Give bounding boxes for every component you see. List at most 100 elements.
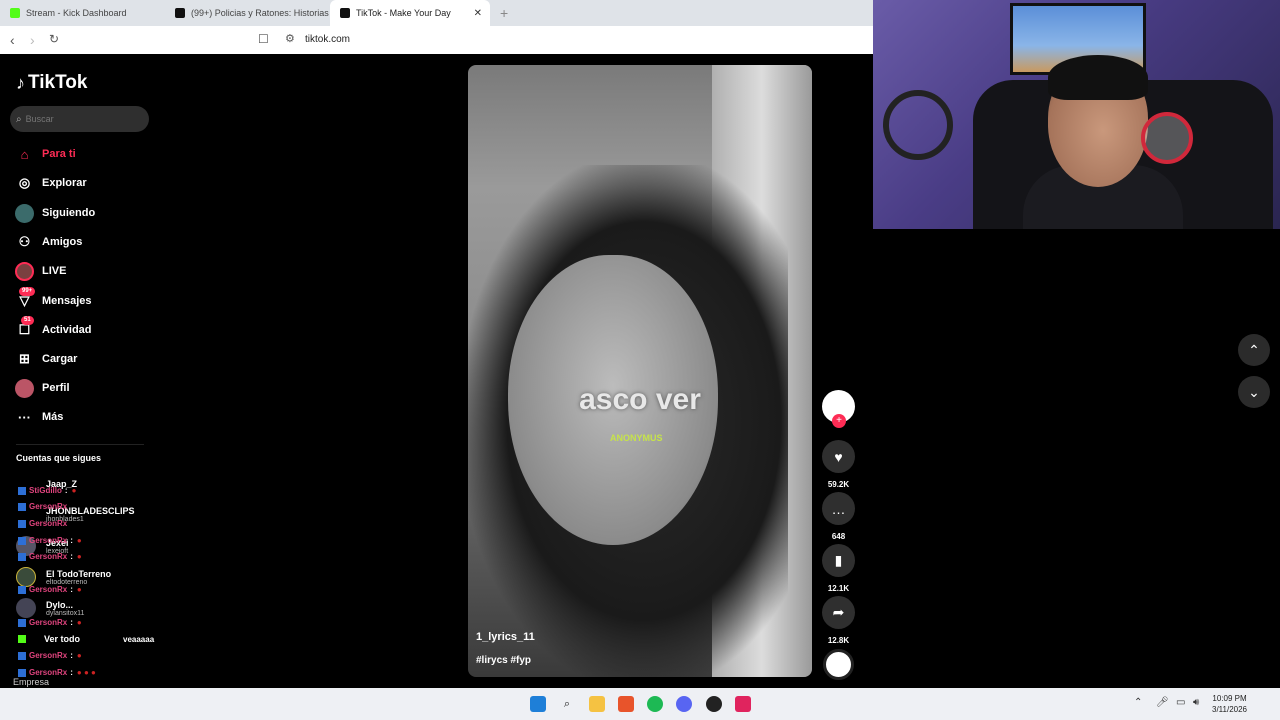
emote-icon: ● ● ● xyxy=(76,668,96,677)
chat-line: GersonRx xyxy=(18,502,67,511)
chevron-down-icon[interactable]: ⌄ xyxy=(1238,376,1270,408)
following-account[interactable]: El TodoTerreno eltodoterreno xyxy=(16,567,111,587)
share-count: 12.8K xyxy=(827,636,850,645)
system-clock[interactable]: 10:09 PM 3/11/2026 xyxy=(1212,693,1247,715)
volume-icon[interactable]: 🔊︎ xyxy=(1193,697,1199,708)
spotify-icon[interactable] xyxy=(647,696,663,712)
menu-label: Actividad xyxy=(42,324,92,336)
menu-live[interactable]: LIVE xyxy=(15,260,66,282)
following-section-title: Cuentas que sigues xyxy=(16,453,102,463)
menu-amigos[interactable]: ⚇ Amigos xyxy=(15,231,83,253)
browser-tab-bar: Stream - Kick Dashboard (99+) Policias y… xyxy=(0,0,873,26)
kick-badge-icon xyxy=(18,486,26,495)
see-all-link[interactable]: Ver todo xyxy=(44,634,80,644)
new-tab-button[interactable]: + xyxy=(500,5,508,21)
forward-icon[interactable]: › xyxy=(30,32,35,48)
video-sticker-text: ANONYMUS xyxy=(610,433,663,443)
menu-label: LIVE xyxy=(42,265,67,277)
chat-line: GersonRx: ● xyxy=(18,585,82,594)
tab-kick-dashboard[interactable]: Stream - Kick Dashboard xyxy=(0,0,165,26)
webcam-background-object xyxy=(883,90,953,160)
bookmark-icon[interactable]: ☐ xyxy=(258,32,269,46)
upload-icon: ⊞ xyxy=(19,351,30,366)
activity-icon: ☐ 51 xyxy=(15,315,34,340)
reload-icon[interactable]: ↻ xyxy=(49,32,59,46)
webcam-overlay xyxy=(873,0,1280,229)
chat-user: GersonRx xyxy=(29,536,68,545)
like-button[interactable]: ♥ 59.2K xyxy=(822,440,855,489)
comment-button[interactable]: … 648 xyxy=(822,492,855,541)
emote-icon: ● xyxy=(76,618,82,627)
follow-plus-icon[interactable]: + xyxy=(832,414,846,428)
chat-user: GersonRx xyxy=(29,668,68,677)
footer-empresa[interactable]: Empresa xyxy=(13,677,49,687)
kick-badge-icon xyxy=(18,668,26,677)
menu-label: Amigos xyxy=(42,236,83,248)
chat-line: GersonRx: ● xyxy=(18,536,82,545)
menu-label: Para ti xyxy=(42,148,76,160)
search-icon[interactable]: ⌕ xyxy=(559,696,575,712)
chat-line: GersonRx: ● xyxy=(18,552,82,561)
file-explorer-icon[interactable] xyxy=(589,696,605,712)
tab-tiktok-policias[interactable]: (99+) Policias y Ratones: Historias de xyxy=(165,0,330,26)
menu-mas[interactable]: ··· Más xyxy=(15,406,63,428)
video-player[interactable]: asco ver ANONYMUS 1_lyrics_11 #lirycs #f… xyxy=(468,65,812,677)
tiktok-logo-icon: ♪ xyxy=(16,72,25,93)
menu-mensajes[interactable]: ▽ 99+ Mensajes xyxy=(15,286,92,312)
tab-tiktok-active[interactable]: TikTok - Make Your Day ✕ xyxy=(330,0,490,26)
tiktok-logo[interactable]: ♪ TikTok xyxy=(16,72,87,94)
tiktok-app-icon[interactable] xyxy=(735,696,751,712)
music-disc-icon[interactable] xyxy=(823,649,854,680)
video-author[interactable]: 1_lyrics_11 xyxy=(476,631,535,643)
menu-cargar[interactable]: ⊞ Cargar xyxy=(15,348,77,370)
close-icon[interactable]: ✕ xyxy=(474,8,482,19)
chat-line xyxy=(18,635,29,643)
chevron-up-icon[interactable]: ⌃ xyxy=(1134,697,1142,708)
taskbar: ⌕ ⌃ 🎤︎ ▭ 🔊︎ 10:09 PM 3/11/2026 xyxy=(0,688,1280,720)
tiktok-icon xyxy=(175,8,185,18)
menu-perfil[interactable]: Perfil xyxy=(15,377,70,399)
microphone-icon[interactable]: 🎤︎ xyxy=(1156,697,1169,708)
webcam-no-sign xyxy=(1141,112,1193,164)
back-icon[interactable]: ‹ xyxy=(10,32,15,48)
menu-label: Siguiendo xyxy=(42,207,96,219)
avatar xyxy=(16,567,36,587)
home-icon: ⌂ xyxy=(20,146,29,162)
url-field[interactable]: tiktok.com xyxy=(305,34,350,45)
messages-badge: 99+ xyxy=(19,286,36,296)
menu-actividad[interactable]: ☐ 51 Actividad xyxy=(15,315,92,341)
start-icon[interactable] xyxy=(530,696,546,712)
menu-siguiendo[interactable]: Siguiendo xyxy=(15,202,95,224)
network-icon[interactable]: ▭ xyxy=(1176,697,1185,708)
menu-label: Perfil xyxy=(42,382,70,394)
like-count: 59.2K xyxy=(827,480,850,489)
kick-badge-icon xyxy=(18,502,26,511)
menu-para-ti[interactable]: ⌂ Para ti xyxy=(15,143,76,165)
kick-badge-icon xyxy=(18,552,26,561)
site-info-icon[interactable]: ⚙ xyxy=(285,32,295,45)
following-account[interactable]: Dylo... dylansitox11 xyxy=(16,598,84,618)
search-input[interactable] xyxy=(25,114,136,124)
right-pane: ⌃ ⌄ xyxy=(873,229,1280,688)
messages-icon: ▽ 99+ xyxy=(15,286,36,311)
video-hashtags[interactable]: #lirycs #fyp xyxy=(476,655,531,666)
chat-user: GersonRx xyxy=(29,618,68,627)
chat-user: GersonRx xyxy=(29,519,68,528)
tab-title: TikTok - Make Your Day xyxy=(356,8,451,18)
obs-icon[interactable] xyxy=(706,696,722,712)
heart-icon: ♥ xyxy=(822,440,855,473)
chat-line: veaaaaa xyxy=(120,635,154,644)
search-icon: ⌕ xyxy=(16,113,22,125)
avatar xyxy=(16,598,36,618)
search-box[interactable]: ⌕ xyxy=(10,106,149,132)
brave-icon[interactable] xyxy=(618,696,634,712)
share-button[interactable]: ➦ 12.8K xyxy=(822,596,855,645)
discord-icon[interactable] xyxy=(676,696,692,712)
see-all-label: Ver todo xyxy=(44,634,81,644)
save-count: 12.1K xyxy=(827,584,850,593)
menu-explorar[interactable]: ◎ Explorar xyxy=(15,172,87,194)
chevron-up-icon[interactable]: ⌃ xyxy=(1238,334,1270,366)
chat-line: GersonRx xyxy=(18,519,67,528)
save-button[interactable]: ▮ 12.1K xyxy=(822,544,855,593)
live-avatar-icon xyxy=(15,261,34,281)
